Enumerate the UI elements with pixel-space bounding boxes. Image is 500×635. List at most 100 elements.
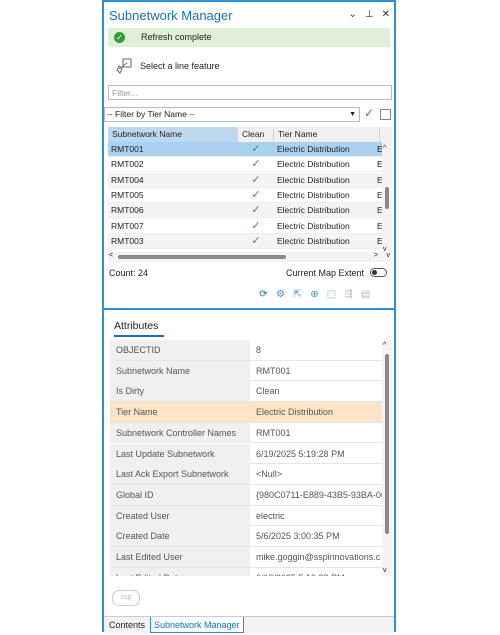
current-map-extent-toggle[interactable]	[370, 268, 387, 277]
attribute-value: 6/19/2025 5:19:28 PM	[250, 568, 382, 576]
chevron-down-icon: ▼	[349, 111, 356, 118]
select-features-icon[interactable]: ⬚	[326, 289, 337, 300]
filter-input[interactable]: Filter...	[108, 85, 392, 100]
clean-check-icon: ✓	[238, 187, 274, 203]
cell-subnetwork-name: RMT004	[108, 172, 238, 188]
hscrollbar-thumb[interactable]	[118, 255, 286, 259]
attribute-value: Electric Distribution	[250, 402, 382, 423]
trace-icon[interactable]: ⇶	[343, 289, 354, 300]
cell-tier-name: Electric Distribution	[274, 157, 374, 173]
pane-options-icon[interactable]: ⌄	[349, 9, 357, 20]
attribute-value: 6/19/2025 5:19:28 PM	[256, 448, 345, 459]
table-row[interactable]: RMT003 ✓ Electric Distribution E	[108, 233, 384, 249]
attribute-row[interactable]: OBJECTID 8	[110, 340, 382, 361]
table-row[interactable]: RMT005 ✓ Electric Distribution E	[108, 187, 384, 203]
subnetwork-manager-pane: Subnetwork Manager ⌄ ⊥ ✕ ✓ Refresh compl…	[102, 0, 396, 633]
scroll-left-icon[interactable]: <	[109, 252, 113, 259]
attribute-row[interactable]: Created Date 5/6/2025 3:00:35 PM	[110, 526, 382, 547]
cell-subnetwork-name: RMT001	[108, 142, 238, 157]
cell-subnetwork-name: RMT002	[108, 157, 238, 173]
scroll-right-icon[interactable]: >	[374, 252, 378, 259]
cell-tier-name: Electric Distribution	[274, 142, 374, 157]
tier-name-filter-dropdown[interactable]: -- Filter by Tier Name -- ▼	[104, 107, 360, 122]
attribute-row[interactable]: Global ID {980C0711-E889-43B5-93BA-0C	[110, 484, 382, 506]
delete-icon[interactable]: ▤	[360, 289, 371, 300]
attribute-name: Last Edited User	[110, 547, 250, 567]
attribute-row[interactable]: Subnetwork Controller Names RMT001	[110, 422, 382, 444]
column-header-tier-name[interactable]: Tier Name	[274, 127, 380, 142]
tab-subnetwork-manager[interactable]: Subnetwork Manager	[150, 617, 244, 633]
attribute-name: Last Edited Date	[110, 567, 250, 576]
clean-check-icon: ✓	[238, 233, 274, 249]
filter-checkbox[interactable]	[380, 109, 391, 120]
cell-subnetwork-name: RMT006	[108, 203, 238, 219]
attribute-value: 8	[256, 345, 262, 355]
table-header: Subnetwork Name Clean Tier Name	[108, 127, 392, 142]
attribute-row[interactable]: Last Edited Date6/19/2025 5:19:28 PM	[110, 567, 382, 576]
close-icon[interactable]: ✕	[382, 9, 390, 20]
subnetwork-table: Subnetwork Name Clean Tier Name RMT001 ✓ E…	[108, 127, 392, 263]
scroll-up-icon[interactable]: ^	[383, 342, 386, 349]
cell-tier-name: Electric Distribution	[274, 172, 374, 188]
attribute-value: electric	[256, 510, 285, 521]
window-controls: ⌄ ⊥ ✕	[349, 9, 391, 20]
table-vertical-scrollbar[interactable]: ^ v	[382, 142, 392, 253]
attributes-vertical-scrollbar[interactable]: ^ v	[382, 340, 392, 576]
attribute-row[interactable]: Tier Name Electric Distribution	[110, 402, 382, 423]
status-banner: ✓ Refresh complete	[108, 28, 390, 47]
attribute-name: Last Update Subnetwork	[110, 443, 250, 464]
attribute-value: RMT001	[256, 427, 291, 438]
tab-contents[interactable]: Contents	[106, 617, 148, 633]
table-row[interactable]: RMT007 ✓ Electric Distribution E	[108, 218, 384, 234]
pin-icon[interactable]: ⊥	[365, 9, 374, 20]
clean-check-icon: ✓	[238, 142, 274, 157]
attribute-row[interactable]: Last Update Subnetwork 6/19/2025 5:19:28 …	[110, 443, 382, 465]
cell-subnetwork-name: RMT003	[108, 233, 238, 249]
attribute-name: Subnetwork Name	[110, 360, 250, 381]
update-subnetwork-icon[interactable]: ⚙	[275, 289, 286, 300]
attribute-row[interactable]: Subnetwork Name RMT001	[110, 360, 382, 382]
attribute-name: Last Ack Export Subnetwork	[110, 464, 250, 485]
scrollbar-thumb[interactable]	[385, 187, 389, 209]
cell-tier-name: Electric Distribution	[274, 187, 374, 203]
scroll-down-small-icon[interactable]: v	[387, 252, 391, 259]
attribute-name: Created Date	[110, 526, 250, 547]
current-map-extent-label: Current Map Extent	[286, 268, 365, 278]
select-line-feature-button[interactable]: Select a line feature	[114, 56, 314, 78]
table-row[interactable]: RMT006 ✓ Electric Distribution E	[108, 203, 384, 219]
toggle-knob	[372, 270, 377, 275]
table-row[interactable]: RMT001 ✓ Electric Distribution E	[108, 142, 384, 157]
attribute-row[interactable]: Created User electric	[110, 505, 382, 527]
pane-tabs: Contents Subnetwork Manager	[104, 616, 394, 633]
pane-divider[interactable]	[104, 308, 394, 310]
attribute-value: <Null>	[256, 469, 283, 480]
clean-check-icon: ✓	[238, 203, 274, 219]
cell-subnetwork-name: RMT007	[108, 218, 238, 234]
table-row[interactable]: RMT004 ✓ Electric Distribution E	[108, 172, 384, 188]
attributes-underline	[114, 335, 164, 337]
export-subnetwork-icon[interactable]: ⇱	[292, 289, 303, 300]
cell-tier-name: Electric Distribution	[274, 203, 374, 219]
table-horizontal-scrollbar[interactable]: < > v	[108, 252, 392, 262]
attribute-row[interactable]: Last Edited User mike.goggin@sspinnovatio…	[110, 547, 382, 568]
attribute-name: Subnetwork Controller Names	[110, 422, 250, 443]
select-line-label: Select a line feature	[140, 61, 220, 71]
cell-subnetwork-name: RMT005	[108, 187, 238, 203]
attribute-row[interactable]: Last Ack Export Subnetwork <Null>	[110, 464, 382, 485]
refresh-icon[interactable]: ⟳	[258, 289, 269, 300]
clean-check-icon: ✓	[238, 218, 274, 234]
tier-filter-value: -- Filter by Tier Name --	[107, 109, 195, 119]
column-header-clean[interactable]: Clean	[238, 127, 274, 142]
table-row[interactable]: RMT002 ✓ Electric Distribution E	[108, 157, 384, 173]
scrollbar-thumb[interactable]	[385, 354, 389, 534]
attribute-value: {980C0711-E889-43B5-93BA-0C	[256, 489, 382, 500]
success-check-icon: ✓	[114, 32, 125, 43]
attribute-row[interactable]: Is Dirty Clean	[110, 381, 382, 403]
scroll-down-icon[interactable]: v	[383, 567, 387, 574]
apply-filter-check-icon[interactable]: ✓	[364, 106, 374, 120]
attribute-name: Created User	[110, 505, 250, 526]
pane-title: Subnetwork Manager	[109, 8, 233, 23]
scroll-up-icon[interactable]: ^	[383, 145, 386, 152]
column-header-subnetwork-name[interactable]: Subnetwork Name	[108, 127, 238, 142]
zoom-to-icon[interactable]: ⊕	[309, 289, 320, 300]
